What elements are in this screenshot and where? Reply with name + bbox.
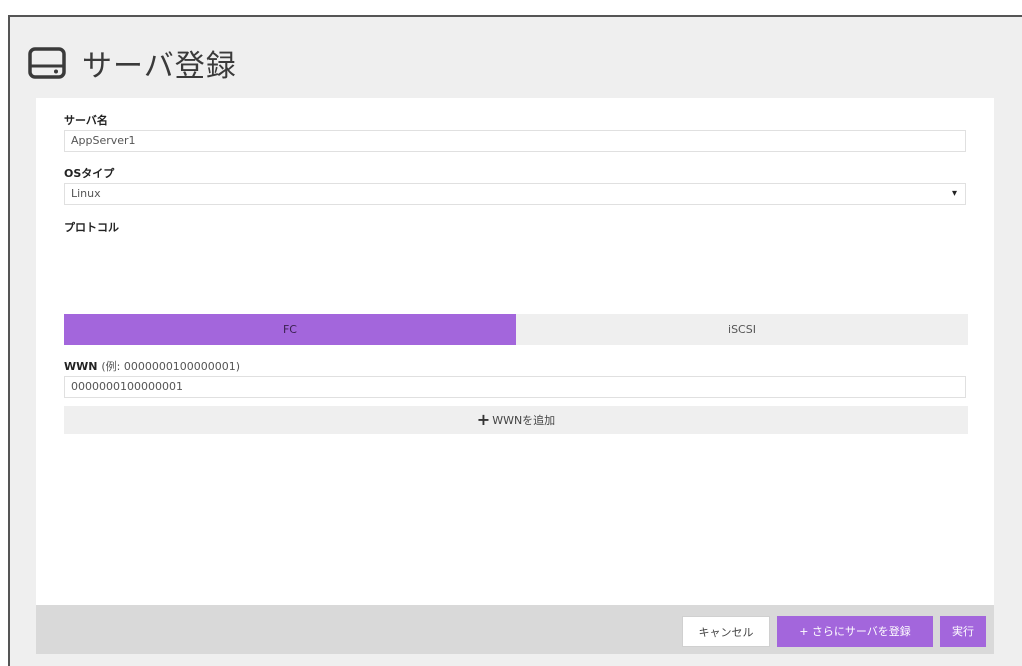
page-title: サーバ登録	[82, 49, 237, 84]
dropdown-arrow-icon: ▾	[951, 188, 957, 199]
wwn-hint: (例: 0000000100000001)	[101, 360, 241, 373]
register-more-button[interactable]: + さらにサーバを登録	[777, 616, 933, 647]
server-name-value: AppServer1	[71, 134, 136, 147]
os-type-select[interactable]: Linux ▾	[64, 183, 966, 205]
wwn-label: WWN (例: 0000000100000001)	[64, 358, 240, 374]
plus-icon: +	[476, 410, 491, 429]
form-panel: サーバ名 AppServer1 OSタイプ Linux ▾ プロトコル FC i…	[36, 98, 994, 605]
os-type-value: Linux	[71, 187, 101, 200]
dialog-window: サーバ登録 サーバ名 AppServer1 OSタイプ Linux ▾ プロトコ…	[8, 15, 1022, 666]
add-wwn-label: WWNを追加	[492, 414, 556, 427]
protocol-option-fc[interactable]: FC	[64, 314, 516, 345]
add-wwn-button[interactable]: + WWNを追加	[64, 406, 968, 434]
cancel-button[interactable]: キャンセル	[682, 616, 770, 647]
execute-button[interactable]: 実行	[940, 616, 986, 647]
wwn-label-text: WWN	[64, 360, 98, 373]
os-type-label: OSタイプ	[64, 167, 115, 180]
protocol-label: プロトコル	[64, 221, 119, 234]
protocol-toggle: FC iSCSI	[64, 314, 968, 345]
protocol-option-iscsi[interactable]: iSCSI	[516, 314, 968, 345]
wwn-value: 0000000100000001	[71, 380, 183, 393]
dialog-footer: キャンセル + さらにサーバを登録 実行	[36, 605, 994, 654]
wwn-input[interactable]: 0000000100000001	[64, 376, 966, 398]
dialog-header: サーバ登録	[28, 39, 237, 87]
server-icon	[28, 46, 66, 80]
server-name-label: サーバ名	[64, 114, 108, 127]
server-name-input[interactable]: AppServer1	[64, 130, 966, 152]
